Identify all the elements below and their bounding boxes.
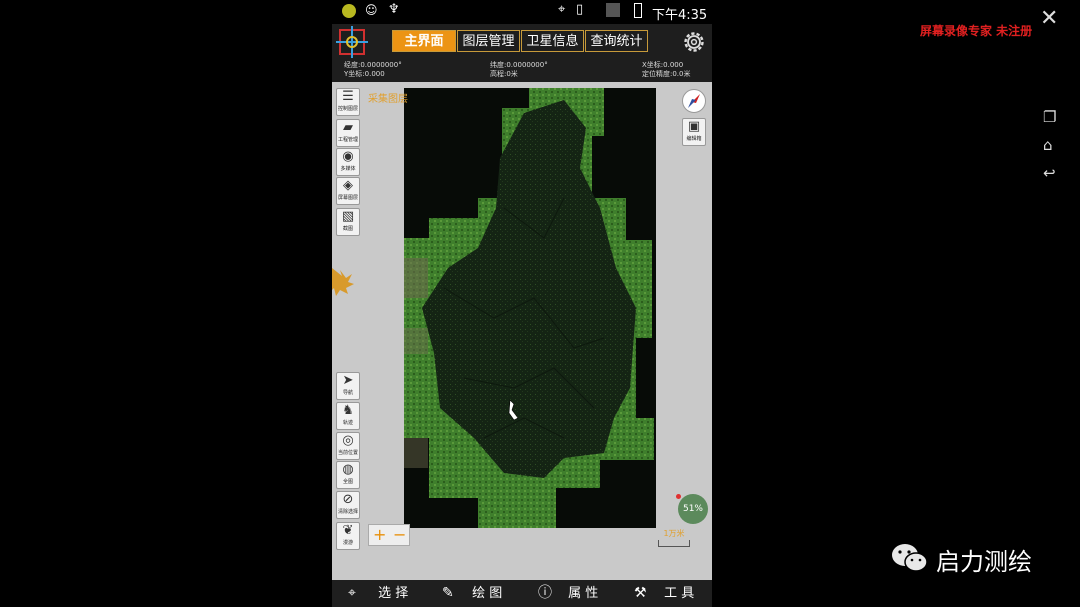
battery-indicator: 51% xyxy=(678,494,708,524)
phone-screen: ☺ ♆ ⌖ ▯ 下午4:35 主界面 图层管理 卫星信息 查询统计 经度:0.0… xyxy=(332,0,712,607)
app-logo-icon[interactable] xyxy=(336,26,368,58)
recent-apps-icon[interactable]: ❐ xyxy=(1043,108,1056,126)
info-icon: ⓘ xyxy=(538,585,552,601)
clear-selection-button[interactable]: ⊘ 清除选择 xyxy=(336,491,360,519)
latitude-readout: 纬度:0.0000000° xyxy=(490,61,548,69)
navigate-label: 导航 xyxy=(342,390,353,396)
select-icon: ⌖ xyxy=(348,585,356,601)
folder-icon: ▰ xyxy=(343,120,353,135)
no-signal-icon xyxy=(606,3,620,17)
status-bar: ☺ ♆ ⌖ ▯ 下午4:35 xyxy=(332,0,712,24)
tab-query-statistics[interactable]: 查询统计 xyxy=(585,30,648,52)
pencil-icon: ✎ xyxy=(442,585,454,601)
coordinate-bar: 经度:0.0000000° Y坐标:0.000 纬度:0.0000000° 高程… xyxy=(332,60,712,82)
y-coordinate-readout: Y坐标:0.000 xyxy=(344,70,385,78)
multimedia-label: 多媒体 xyxy=(340,166,356,172)
zoom-out-button[interactable]: − xyxy=(393,525,406,545)
draw-button[interactable]: ✎ 绘 图 xyxy=(442,580,502,607)
map-area[interactable]: 采集图层 ☰ 控制图层 ▰ 工程管理 ◉ 多媒体 ◈ 屏幕图层 ▧ 截图 ➤ 导… xyxy=(332,82,712,580)
tab-main[interactable]: 主界面 xyxy=(392,30,456,52)
track-icon: ♞ xyxy=(342,403,354,418)
battery-charging-icon xyxy=(634,3,642,18)
layer-control-button[interactable]: ☰ 控制图层 xyxy=(336,88,360,116)
clear-selection-label: 清除选择 xyxy=(337,509,358,515)
x-coordinate-readout: X坐标:0.000 xyxy=(642,61,684,69)
select-button[interactable]: ⌖ 选 择 xyxy=(348,580,408,607)
longitude-readout: 经度:0.0000000° xyxy=(344,61,402,69)
compass-icon xyxy=(688,94,700,108)
scale-bar: 1万米 xyxy=(658,528,690,547)
attributes-label: 属 性 xyxy=(568,586,599,601)
back-icon[interactable]: ↩ xyxy=(1043,164,1056,182)
main-toolbar: 主界面 图层管理 卫星信息 查询统计 xyxy=(332,24,712,60)
app-notification-icon xyxy=(342,4,356,18)
project-management-label: 工程管理 xyxy=(337,137,358,143)
vibrate-icon: ▯ xyxy=(576,2,584,17)
current-location-button[interactable]: ◎ 当前位置 xyxy=(336,432,360,460)
cat-icon: ☺ xyxy=(365,3,378,17)
bottom-action-bar: ⌖ 选 择 ✎ 绘 图 ⓘ 属 性 ⚒ 工 具 xyxy=(332,580,712,607)
image-icon: ▧ xyxy=(341,209,355,224)
clear-icon: ⊘ xyxy=(342,492,354,507)
tools-button[interactable]: ⚒ 工 具 xyxy=(634,580,694,607)
edit-toolbox-button[interactable]: ▣ 编辑箱 xyxy=(682,118,706,146)
screenshot-label: 截图 xyxy=(342,226,353,232)
toolbox-icon: ▣ xyxy=(687,119,701,134)
list-icon: ☰ xyxy=(342,89,354,104)
wrench-icon: ⚒ xyxy=(634,585,647,601)
edit-toolbox-label: 编辑箱 xyxy=(686,136,702,142)
scale-label: 1万米 xyxy=(663,529,685,538)
track-label: 轨迹 xyxy=(342,420,353,426)
satellite-imagery xyxy=(404,88,656,528)
elevation-readout: 高程:0米 xyxy=(490,70,518,78)
brand-label: 启力测绘 xyxy=(936,548,1032,576)
tab-satellite-info[interactable]: 卫星信息 xyxy=(521,30,584,52)
layer-label: 采集图层 xyxy=(368,94,408,105)
camera-icon: ◉ xyxy=(342,149,354,164)
globe-icon: ◍ xyxy=(342,462,354,477)
select-label: 选 择 xyxy=(378,586,409,601)
satellite-map-view[interactable] xyxy=(404,88,656,528)
maple-leaf-icon[interactable] xyxy=(332,266,354,298)
zoom-control: + − xyxy=(368,524,410,546)
roam-button[interactable]: ❦ 漫游 xyxy=(336,522,360,550)
settings-gear-icon[interactable] xyxy=(681,29,707,55)
navigate-icon: ➤ xyxy=(342,373,354,388)
compass-button[interactable] xyxy=(682,89,706,113)
recorder-watermark: 屏幕录像专家 未注册 xyxy=(920,24,1033,38)
multimedia-button[interactable]: ◉ 多媒体 xyxy=(336,148,360,176)
clock: 下午4:35 xyxy=(652,8,708,23)
layer-control-label: 控制图层 xyxy=(337,106,358,112)
close-icon[interactable]: ✕ xyxy=(1040,6,1058,31)
wechat-icon xyxy=(892,544,928,572)
attributes-button[interactable]: ⓘ 属 性 xyxy=(538,580,598,607)
draw-label: 绘 图 xyxy=(472,586,503,601)
tools-label: 工 具 xyxy=(664,586,695,601)
track-button[interactable]: ♞ 轨迹 xyxy=(336,402,360,430)
scale-line xyxy=(658,540,690,547)
zoom-in-button[interactable]: + xyxy=(373,525,386,545)
roam-label: 漫游 xyxy=(342,540,353,546)
accuracy-readout: 定位精度:0.0米 xyxy=(642,70,691,78)
current-location-label: 当前位置 xyxy=(337,450,358,456)
full-extent-button[interactable]: ◍ 全图 xyxy=(336,461,360,489)
full-extent-label: 全图 xyxy=(342,479,353,485)
navigate-button[interactable]: ➤ 导航 xyxy=(336,372,360,400)
locate-icon: ◎ xyxy=(342,433,354,448)
screen-layer-button[interactable]: ◈ 屏幕图层 xyxy=(336,177,360,205)
home-icon[interactable]: ⌂ xyxy=(1043,136,1053,154)
tab-layer-management[interactable]: 图层管理 xyxy=(457,30,520,52)
footprint-icon: ❦ xyxy=(342,523,354,538)
layers-icon: ◈ xyxy=(343,178,353,193)
screen-layer-label: 屏幕图层 xyxy=(337,195,358,201)
gps-status-dot xyxy=(676,494,681,499)
location-icon: ⌖ xyxy=(558,2,566,17)
usb-icon: ♆ xyxy=(388,2,400,17)
project-management-button[interactable]: ▰ 工程管理 xyxy=(336,119,360,147)
screenshot-button[interactable]: ▧ 截图 xyxy=(336,208,360,236)
